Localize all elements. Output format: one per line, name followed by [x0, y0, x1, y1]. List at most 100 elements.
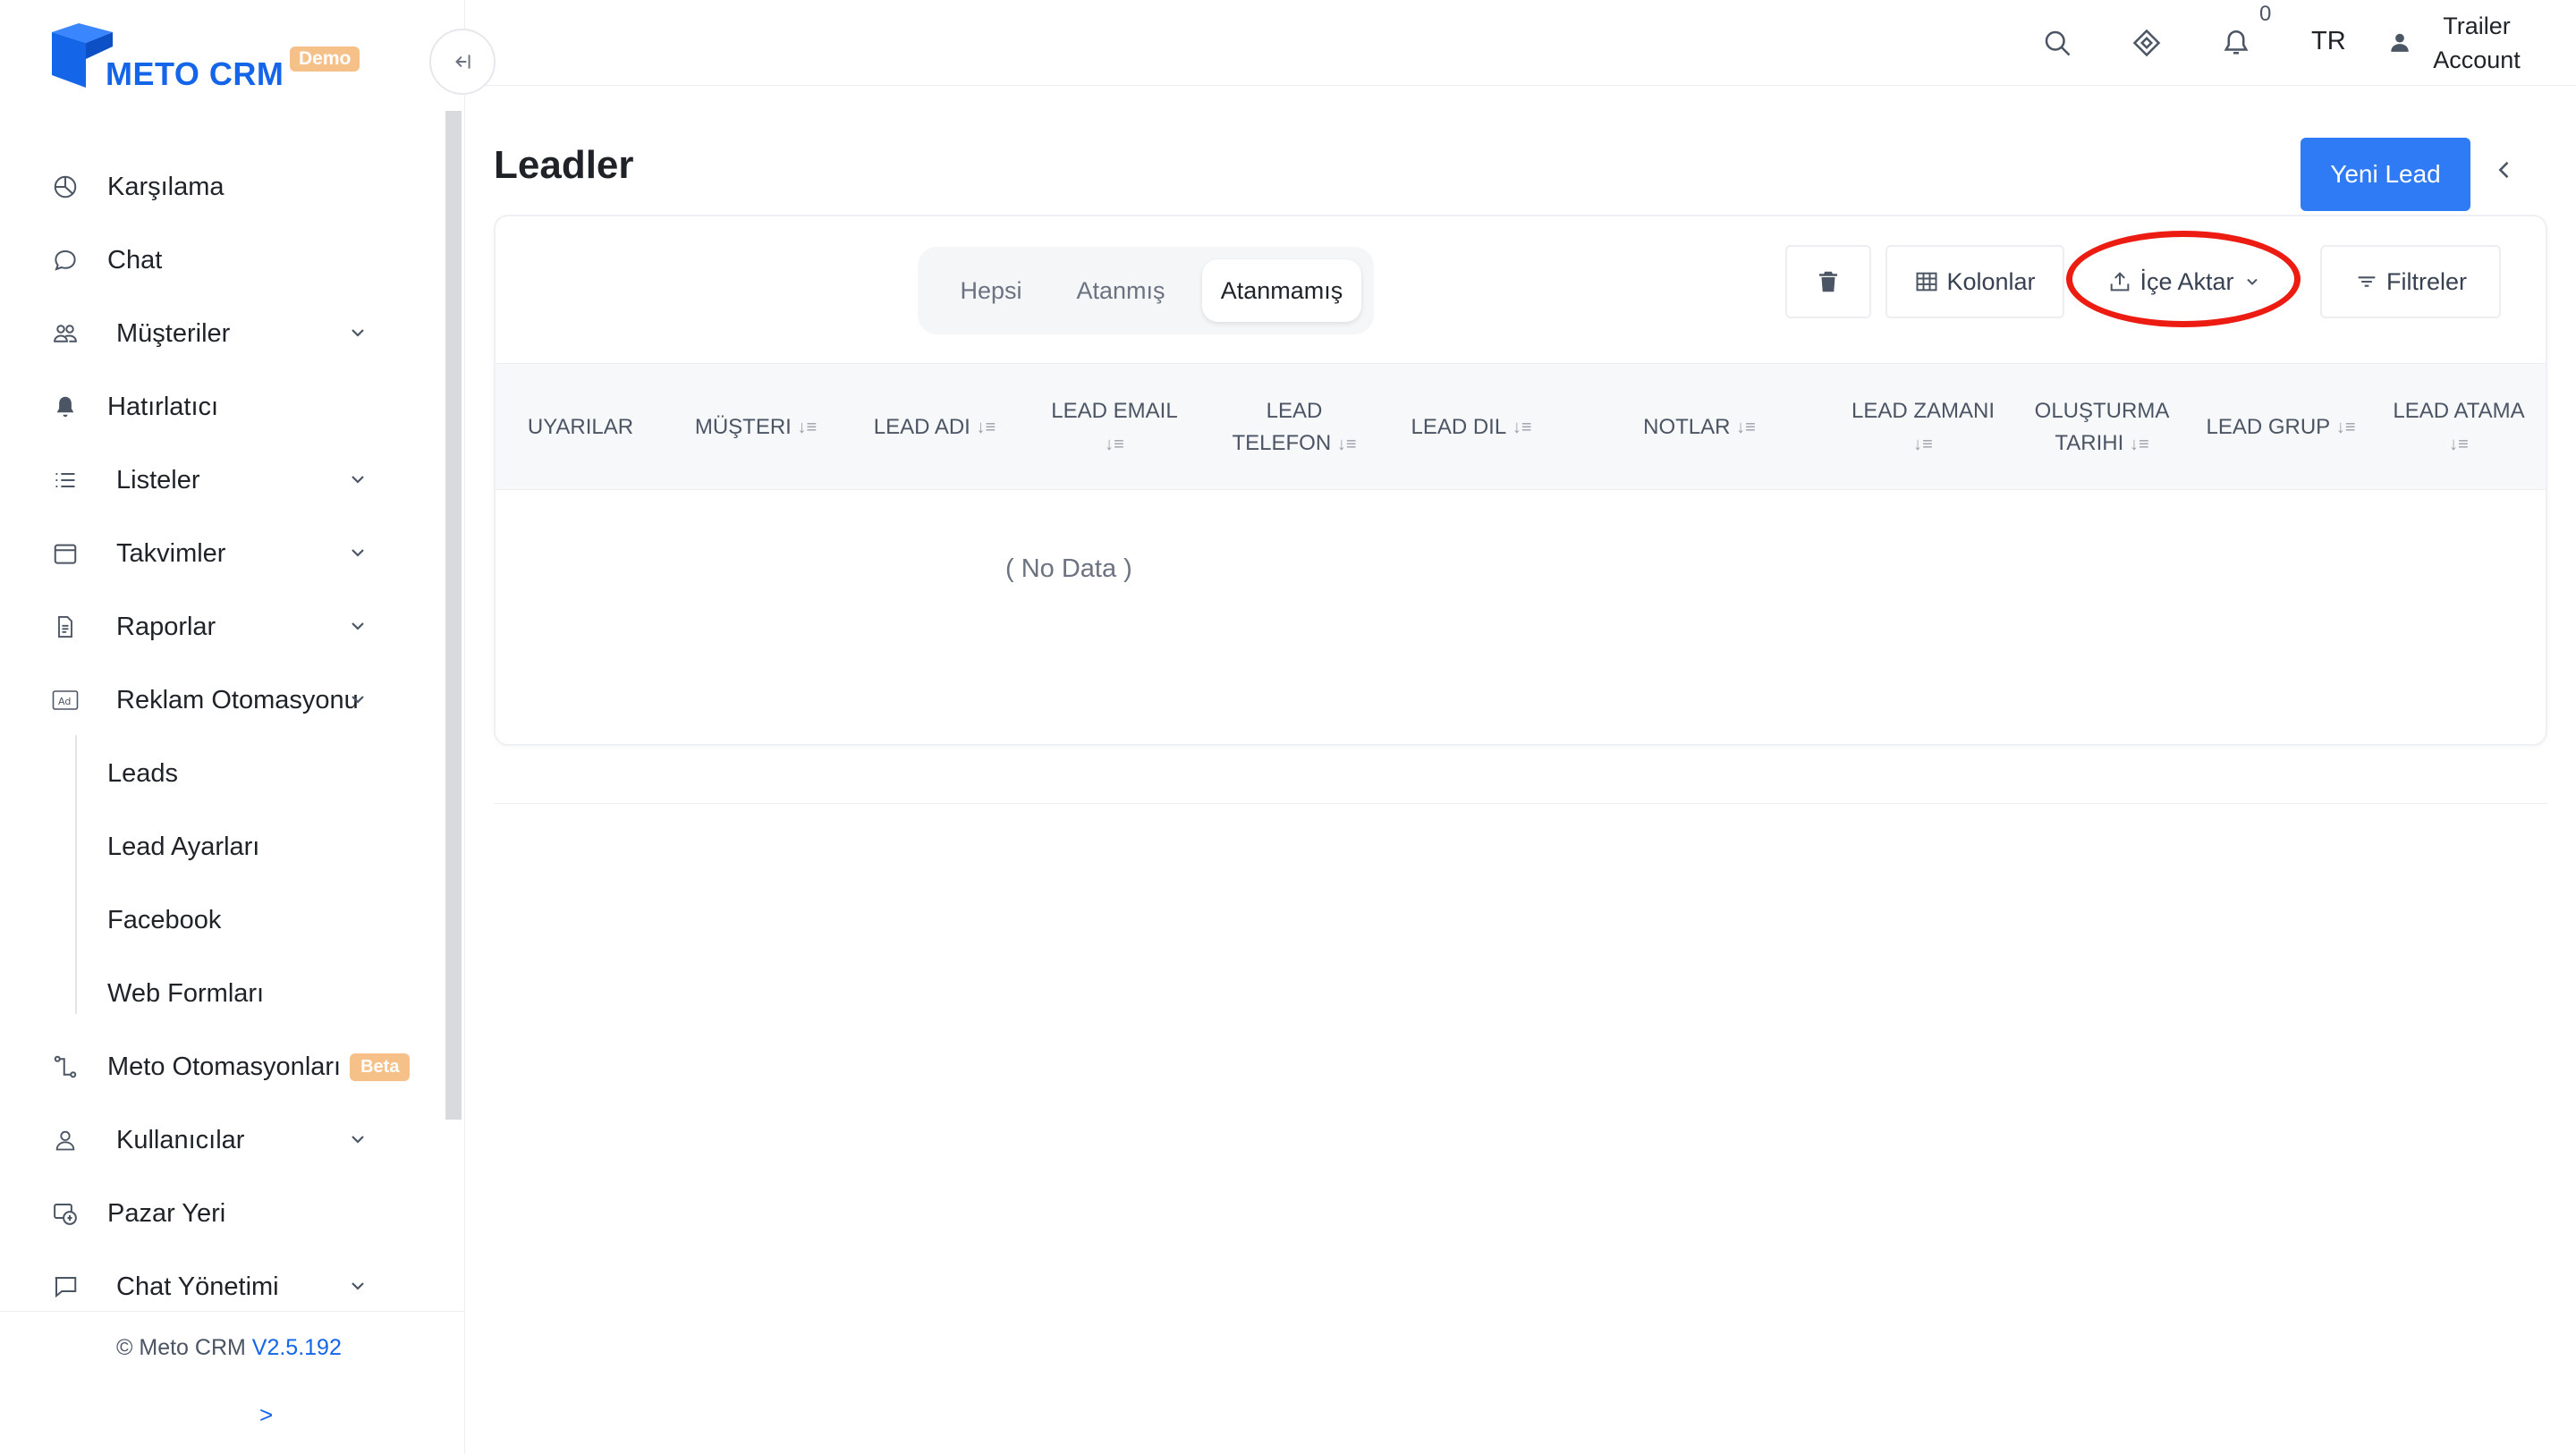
sidebar-item-raporlar[interactable]: Raporlar [0, 590, 429, 664]
chevron-down-icon [352, 1282, 364, 1290]
column-header-musteri[interactable]: MÜŞTERI ↓≡ [671, 364, 841, 491]
column-header-label: LEAD DIL [1411, 415, 1507, 439]
sort-icon[interactable]: ↓≡ [1513, 411, 1532, 444]
column-header-lead-email[interactable]: LEAD EMAIL ↓≡ [1025, 364, 1204, 491]
sort-icon[interactable]: ↓≡ [1736, 411, 1756, 444]
language-switcher[interactable]: TR [2311, 27, 2346, 56]
sidebar: METO CRM Demo Karşılama Chat Müşteriler … [0, 0, 465, 1454]
report-icon [50, 612, 80, 642]
column-header-olusturma-tarihi[interactable]: OLUŞTURMA TARIHI ↓≡ [2021, 364, 2182, 491]
sidebar-item-kullanicilar[interactable]: Kullanıcılar [0, 1103, 429, 1177]
sidebar-item-hatirlatici[interactable]: Hatırlatıcı [0, 370, 429, 444]
column-header-lead-telefon[interactable]: LEAD TELEFON ↓≡ [1209, 364, 1379, 491]
column-header-lead-grup[interactable]: LEAD GRUP ↓≡ [2191, 364, 2370, 491]
filters-label: Filtreler [2385, 267, 2467, 295]
automation-icon [50, 1052, 80, 1082]
sidebar-item-label: Hatırlatıcı [107, 392, 219, 421]
collapse-left-icon [455, 55, 470, 69]
submenu-guide-line [75, 735, 77, 1014]
sidebar-item-takvimler[interactable]: Takvimler [0, 517, 429, 590]
demo-badge: Demo [290, 46, 360, 72]
columns-button[interactable]: Kolonlar [1885, 245, 2064, 318]
assignment-tabs: Hepsi Atanmış Atanmamış [918, 247, 1374, 334]
sidebar-item-label: Chat [107, 245, 163, 275]
column-header-lead-atama[interactable]: LEAD ATAMA ↓≡ [2374, 364, 2544, 491]
sidebar-item-label: Pazar Yeri [107, 1198, 226, 1228]
sidebar-subitem-leads[interactable]: Leads [0, 737, 429, 810]
filters-button[interactable]: Filtreler [2320, 245, 2501, 318]
account-icon [2391, 33, 2409, 52]
sort-icon[interactable]: ↓≡ [1337, 435, 1357, 454]
sidebar-item-karsilama[interactable]: Karşılama [0, 150, 429, 224]
column-header-label: OLUŞTURMA [2034, 398, 2170, 423]
chevron-down-icon [352, 1136, 364, 1144]
empty-state: ( No Data ) [1005, 554, 1132, 583]
copyright-text: © Meto CRM [116, 1335, 246, 1360]
sidebar-item-musteriler[interactable]: Müşteriler [0, 297, 429, 370]
bell-icon[interactable] [2220, 27, 2252, 59]
column-header-label: LEAD EMAIL [1051, 398, 1178, 423]
sort-icon[interactable]: ↓≡ [798, 411, 818, 444]
copyright: © Meto CRM V2.5.192 [116, 1335, 342, 1361]
sidebar-item-label: Müşteriler [116, 318, 231, 348]
top-bar: 0 TR Trailer Account [465, 0, 2576, 86]
sidebar-item-pazar-yeri[interactable]: Pazar Yeri [0, 1177, 429, 1250]
sidebar-item-chat[interactable]: Chat [0, 224, 429, 297]
sidebar-item-reklam-otomasyonu[interactable]: Ad Reklam Otomasyonu [0, 664, 429, 737]
chevron-down-icon [352, 329, 364, 337]
sidebar-subitem-lead-ayarlari[interactable]: Lead Ayarları [0, 810, 429, 883]
delete-button[interactable] [1785, 245, 1871, 318]
dashboard-icon [50, 172, 80, 202]
sort-icon[interactable]: ↓≡ [2130, 435, 2149, 454]
column-header-label: UYARILAR [527, 415, 634, 439]
user-icon [50, 1125, 80, 1155]
column-header-label: MÜŞTERI [694, 415, 792, 439]
notification-count: 0 [2259, 2, 2272, 26]
account-menu[interactable]: Trailer Account [2419, 9, 2535, 77]
sidebar-subitem-facebook[interactable]: Facebook [0, 883, 429, 957]
chevron-left-icon[interactable] [2492, 157, 2517, 182]
sidebar-expand-button[interactable]: > [259, 1401, 273, 1429]
app-root: METO CRM Demo Karşılama Chat Müşteriler … [0, 0, 2576, 1454]
sidebar-item-meto-otomasyonlari[interactable]: Meto Otomasyonları Beta [0, 1030, 429, 1103]
chevron-down-icon [352, 696, 364, 704]
page-title: Leadler [494, 143, 634, 187]
sort-icon[interactable]: ↓≡ [1913, 435, 1933, 454]
column-header-uyarilar: UYARILAR [499, 364, 662, 491]
sidebar-collapse-button[interactable] [429, 29, 496, 95]
chat-bubble-icon [50, 245, 80, 275]
sidebar-item-label: Takvimler [116, 538, 226, 568]
sort-icon[interactable]: ↓≡ [2336, 411, 2356, 444]
sidebar-scrollbar[interactable] [445, 111, 462, 1120]
divider [494, 803, 2547, 804]
sidebar-subitem-web-formlari[interactable]: Web Formları [0, 957, 429, 1030]
column-header-lead-zamani[interactable]: LEAD ZAMANI ↓≡ [1834, 364, 2012, 491]
new-lead-button[interactable]: Yeni Lead [2301, 138, 2470, 211]
chevron-down-icon [352, 549, 364, 557]
search-icon[interactable] [2041, 27, 2073, 59]
sort-icon[interactable]: ↓≡ [977, 411, 996, 444]
tab-atanmamis[interactable]: Atanmamış [1202, 259, 1361, 322]
column-header-lead-adi[interactable]: LEAD ADI ↓≡ [850, 364, 1020, 491]
column-header-lead-dil[interactable]: LEAD DIL ↓≡ [1386, 364, 1556, 491]
sidebar-nav: Karşılama Chat Müşteriler Hatırlatıcı Li… [0, 150, 429, 1323]
calendar-icon [50, 538, 80, 569]
columns-label: Kolonlar [1946, 267, 2036, 295]
column-header-notlar[interactable]: NOTLAR ↓≡ [1601, 364, 1798, 491]
account-name-line1: Trailer [2443, 13, 2511, 39]
table-icon [1916, 272, 1937, 292]
tab-hepsi[interactable]: Hepsi [936, 259, 1046, 322]
tab-atanmis[interactable]: Atanmış [1061, 259, 1181, 322]
column-header-label: LEAD ADI [873, 415, 970, 439]
brand-logo[interactable]: METO CRM Demo [48, 20, 370, 92]
sidebar-item-label: Reklam Otomasyonu [116, 685, 359, 714]
sidebar-item-label: Karşılama [107, 172, 225, 201]
customers-icon [50, 318, 80, 349]
sort-icon[interactable]: ↓≡ [2449, 435, 2469, 454]
column-header-label: LEAD GRUP [2206, 415, 2331, 439]
sort-icon[interactable]: ↓≡ [1105, 435, 1124, 454]
column-header-label: TARIHI [2055, 430, 2124, 455]
sidebar-item-listeler[interactable]: Listeler [0, 444, 429, 517]
diamond-icon[interactable] [2131, 27, 2163, 59]
column-header-label: LEAD ZAMANI [1851, 398, 1996, 423]
